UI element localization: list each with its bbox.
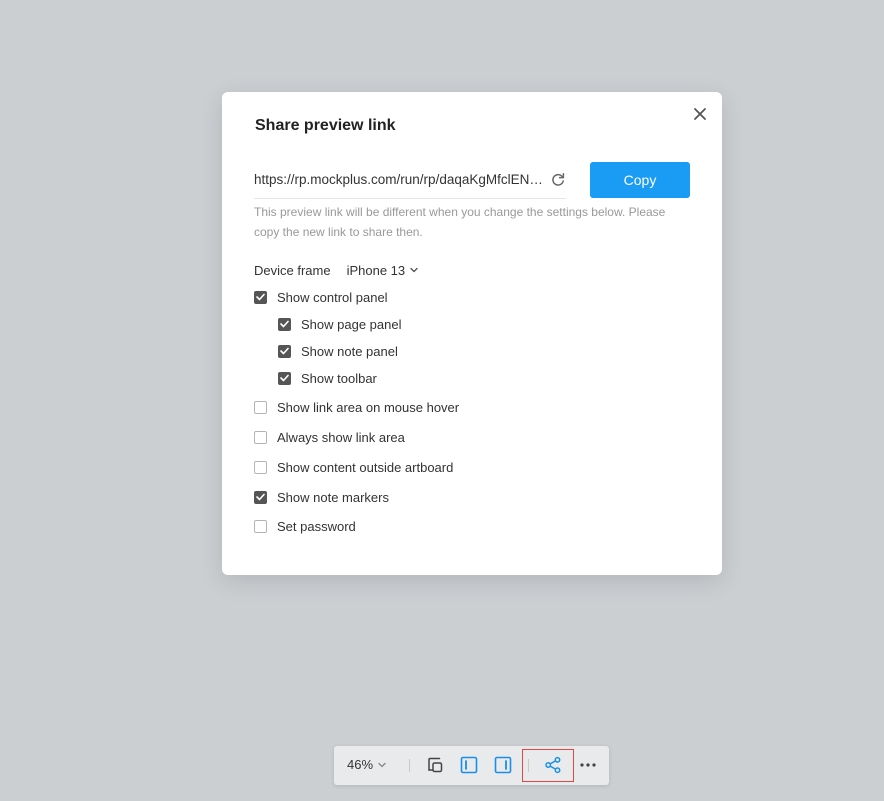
toolbar-divider <box>409 759 410 772</box>
option-show-note-panel[interactable]: Show note panel <box>278 342 398 360</box>
preview-link-text[interactable]: https://rp.mockplus.com/run/rp/daqaKgMfc… <box>254 172 546 187</box>
checkbox[interactable] <box>278 371 291 385</box>
checkbox[interactable] <box>254 430 267 444</box>
option-label: Set password <box>277 518 356 534</box>
option-show-page-panel[interactable]: Show page panel <box>278 315 401 333</box>
option-label: Show page panel <box>301 316 402 332</box>
checkbox[interactable] <box>254 290 267 304</box>
chevron-down-icon <box>410 267 418 273</box>
right-panel-icon[interactable] <box>493 755 513 775</box>
option-show-toolbar[interactable]: Show toolbar <box>278 369 377 387</box>
checkbox[interactable] <box>278 344 291 358</box>
option-show-link-area-hover[interactable]: Show link area on mouse hover <box>254 398 459 416</box>
option-label: Show link area on mouse hover <box>277 399 460 415</box>
more-icon[interactable] <box>578 755 598 775</box>
copy-button[interactable]: Copy <box>590 162 690 198</box>
option-label: Always show link area <box>277 429 405 445</box>
option-show-note-markers[interactable]: Show note markers <box>254 488 389 506</box>
device-frame-select[interactable]: iPhone 13 <box>347 263 419 278</box>
link-field[interactable]: https://rp.mockplus.com/run/rp/daqaKgMfc… <box>254 162 566 199</box>
refresh-icon[interactable] <box>550 172 566 188</box>
checkbox[interactable] <box>254 519 267 533</box>
zoom-select[interactable]: 46% <box>347 757 386 772</box>
device-frame-row: Device frame iPhone 13 <box>254 260 418 280</box>
link-hint-text: This preview link will be different when… <box>254 205 666 239</box>
bottom-toolbar: 46% <box>334 746 609 785</box>
checkbox[interactable] <box>254 490 267 504</box>
device-frame-value: iPhone 13 <box>346 262 406 278</box>
close-icon[interactable] <box>692 106 708 122</box>
device-frame-label: Device frame <box>254 262 331 278</box>
share-icon[interactable] <box>543 755 563 775</box>
dialog-title: Share preview link <box>255 117 396 134</box>
frame-icon[interactable] <box>425 755 445 775</box>
option-label: Show control panel <box>277 289 388 305</box>
option-label: Show toolbar <box>301 370 377 386</box>
option-set-password[interactable]: Set password <box>254 517 356 535</box>
option-label: Show note panel <box>301 343 398 359</box>
left-panel-icon[interactable] <box>459 755 479 775</box>
chevron-down-icon <box>378 762 386 767</box>
option-label: Show note markers <box>277 489 389 505</box>
share-preview-dialog: Share preview link https://rp.mockplus.c… <box>222 92 722 575</box>
option-always-show-link-area[interactable]: Always show link area <box>254 428 405 446</box>
option-show-control-panel[interactable]: Show control panel <box>254 288 388 306</box>
zoom-value: 46% <box>347 757 374 772</box>
checkbox[interactable] <box>278 317 291 331</box>
option-label: Show content outside artboard <box>277 459 454 475</box>
checkbox[interactable] <box>254 400 267 414</box>
checkbox[interactable] <box>254 460 267 474</box>
option-show-content-outside-artboard[interactable]: Show content outside artboard <box>254 458 453 476</box>
